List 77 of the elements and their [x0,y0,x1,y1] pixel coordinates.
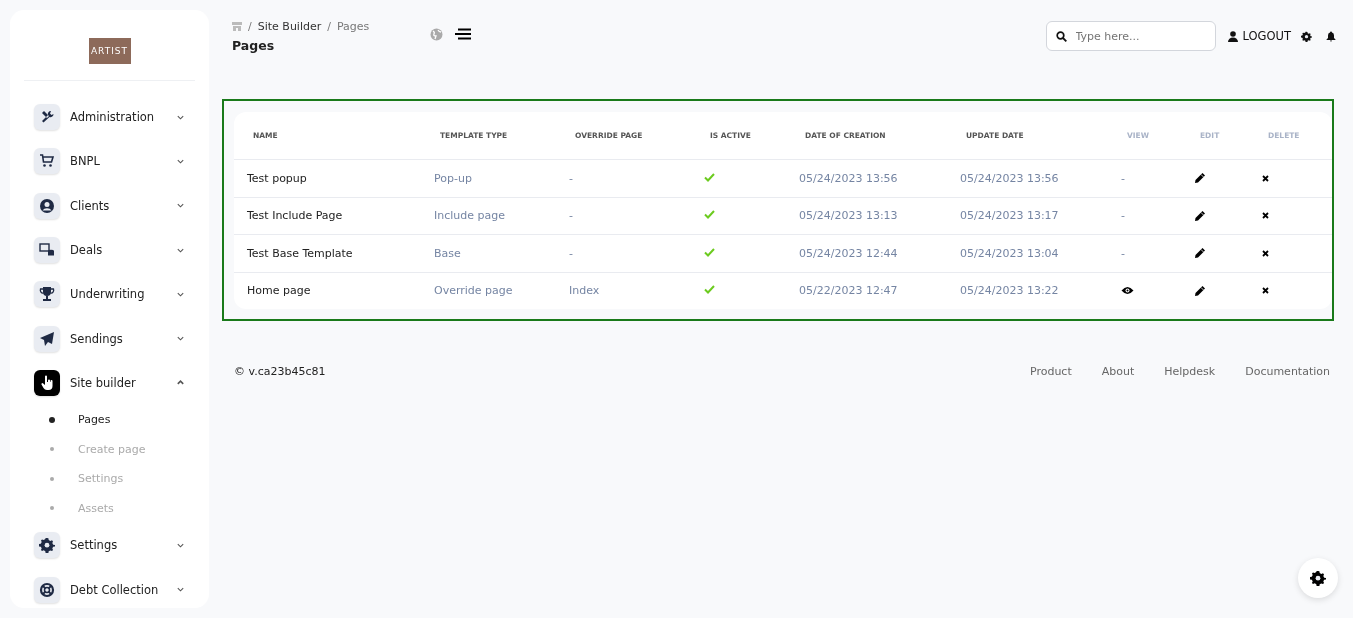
table-cell: - [1121,171,1125,185]
lifebuoy-icon [39,581,55,598]
table-cell-text: - [569,171,574,185]
hand-icon [39,374,55,391]
table-cell-text: Home page [247,284,312,298]
table-cell-text: Test Include Page [247,209,344,223]
settings-button[interactable] [1298,558,1338,598]
breadcrumb-link[interactable]: Site Builder [257,19,322,33]
user-icon [39,197,55,214]
sidebar-item[interactable]: BNPL [10,139,209,184]
cart-icon [39,153,55,170]
sidebar-item[interactable]: Site builder [10,360,209,406]
bullet-icon [50,506,54,511]
sidebar-item[interactable]: Clients [10,183,209,228]
edit-icon[interactable] [1194,209,1206,222]
footer-link[interactable]: Product [1029,365,1072,378]
logout-button[interactable]: LOGOUT [1227,29,1291,43]
menu-icon[interactable] [455,28,471,40]
bullet-icon [50,476,54,481]
chevron-icon [176,585,185,594]
table-cell-text: 05/24/2023 12:44 [799,246,899,260]
edit-icon[interactable] [1194,172,1206,185]
edit-icon[interactable] [1194,247,1206,260]
delete-icon[interactable] [1262,174,1269,182]
bell-icon[interactable] [1326,30,1336,42]
sidebar-item[interactable]: Underwriting [10,272,209,317]
table-cell-text: 05/24/2023 13:56 [960,171,1060,185]
gear-icon [39,537,55,554]
search-field[interactable]: Type here... [1045,21,1216,51]
table-cell-text: 05/24/2023 13:22 [960,284,1060,298]
table-cell-text: Pop-up [434,171,473,185]
table-cell-text: 05/24/2023 13:04 [960,246,1060,260]
edit-icon[interactable] [1194,284,1206,297]
table-cell-text: 05/24/2023 13:13 [799,209,899,223]
sidebar-item[interactable]: Deals [10,227,209,273]
footer-link[interactable]: Helpdesk [1164,365,1216,378]
delete-icon[interactable] [1262,287,1269,295]
table-cell-text: 05/24/2023 13:17 [960,209,1060,223]
logo: ARTIST [88,38,131,64]
bullet-icon [50,447,54,452]
delete-icon[interactable] [1262,249,1269,257]
table-cell: - [1121,246,1125,260]
table-cell-text: Test popup [247,171,308,185]
version-text: © v.ca23b45c81 [234,365,326,378]
table-cell-text: - [569,246,574,260]
table-cell-text: Override page [434,284,514,298]
chevron-icon [176,334,185,344]
breadcrumb-separator: / [248,19,252,33]
sidebar-item[interactable]: Settings [10,523,209,568]
shop-icon [232,21,242,31]
view-icon[interactable] [1121,286,1134,296]
table-cell-text: Test Base Template [247,246,354,260]
paper-plane-icon [39,330,55,347]
table-cell-text: Index [569,284,601,298]
table-cell-text: 05/22/2023 12:47 [799,284,899,298]
footer-link[interactable]: About [1101,365,1135,378]
breadcrumb-link[interactable]: Pages [336,19,370,33]
sidebar-item[interactable]: Sendings [10,316,209,361]
bullet-icon [49,416,55,423]
breadcrumb-separator: / [327,19,331,33]
table-cell: - [1121,209,1125,223]
table-cell-text: 05/24/2023 13:56 [799,171,899,185]
monitor-icon [39,242,55,259]
footer-link[interactable]: Documentation [1245,365,1330,378]
sidebar-item[interactable]: Administration [10,95,209,140]
settings-icon [1310,570,1326,586]
trophy-icon [39,286,55,303]
sidebar-item[interactable]: Debt Collection [10,567,209,612]
user-icon [1227,30,1238,42]
table-cell-text: - [569,209,574,223]
delete-icon[interactable] [1262,212,1269,220]
page-title: Pages [232,37,276,53]
chevron-icon [176,201,185,211]
table-cell-text: Include page [434,209,506,223]
table-cell-text: Base [434,246,462,260]
settings-icon[interactable] [1301,30,1312,42]
submenu-item[interactable]: Pages [10,405,209,435]
